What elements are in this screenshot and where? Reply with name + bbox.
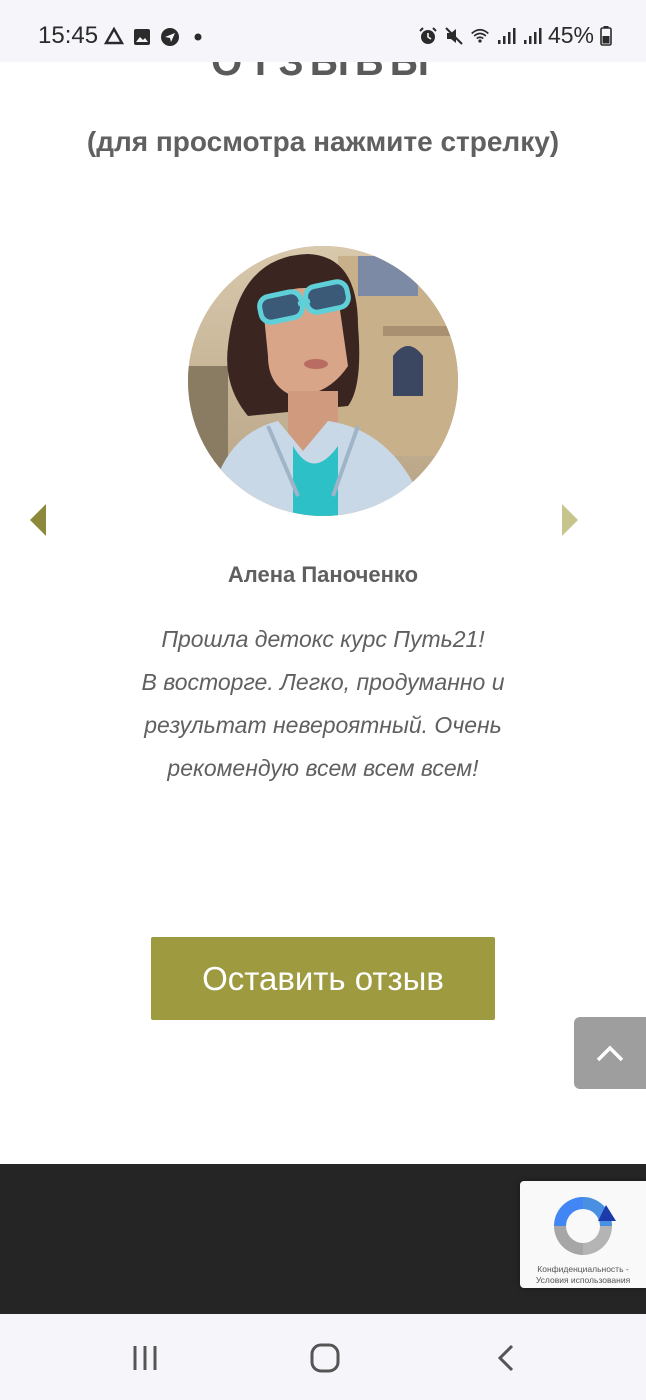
battery-icon xyxy=(600,25,612,46)
status-bar: 15:45 45% xyxy=(0,0,646,62)
gallery-icon xyxy=(134,29,150,45)
messenger-icon xyxy=(161,28,179,46)
alarm-icon xyxy=(419,26,437,44)
reviewer-name: Алена Паноченко xyxy=(227,562,419,587)
drive-icon xyxy=(104,27,124,45)
reviewer-avatar xyxy=(188,246,458,516)
system-navigation-bar xyxy=(0,1314,646,1400)
review-text: Прошла детокс курс Путь21! В восторге. Л… xyxy=(110,618,536,790)
signal-icon xyxy=(497,27,516,44)
home-button[interactable] xyxy=(305,1338,345,1378)
next-review-arrow-icon[interactable] xyxy=(560,504,580,536)
recaptcha-logo-icon xyxy=(554,1197,616,1255)
recaptcha-badge[interactable]: Конфиденциальность - Условия использован… xyxy=(520,1181,646,1288)
back-button[interactable] xyxy=(486,1338,526,1378)
mute-icon xyxy=(445,26,463,45)
recaptcha-terms-link[interactable]: Условия использования xyxy=(524,1275,642,1286)
home-icon xyxy=(310,1343,340,1373)
wifi-icon xyxy=(471,28,489,43)
leave-review-button[interactable]: Оставить отзыв xyxy=(151,937,495,1020)
status-time: 15:45 xyxy=(38,22,99,49)
battery-percent: 45% xyxy=(547,22,594,48)
review-line: результат невероятный. Очень xyxy=(144,712,502,738)
prev-review-arrow-icon[interactable] xyxy=(28,504,48,536)
recent-apps-button[interactable] xyxy=(125,1338,165,1378)
review-line: В восторге. Легко, продуманно и xyxy=(141,669,505,695)
review-line: рекомендую всем всем всем! xyxy=(167,755,479,781)
scroll-to-top-button[interactable] xyxy=(574,1017,646,1089)
dot-icon xyxy=(194,33,202,41)
signal-icon xyxy=(523,27,542,44)
back-icon xyxy=(497,1344,514,1372)
section-subtitle: (для просмотра нажмите стрелку) xyxy=(86,126,560,157)
recaptcha-privacy-link[interactable]: Конфиденциальность - xyxy=(524,1264,642,1275)
review-line: Прошла детокс курс Путь21! xyxy=(161,626,485,652)
chevron-up-icon xyxy=(596,1045,624,1062)
recent-apps-icon xyxy=(133,1346,157,1370)
